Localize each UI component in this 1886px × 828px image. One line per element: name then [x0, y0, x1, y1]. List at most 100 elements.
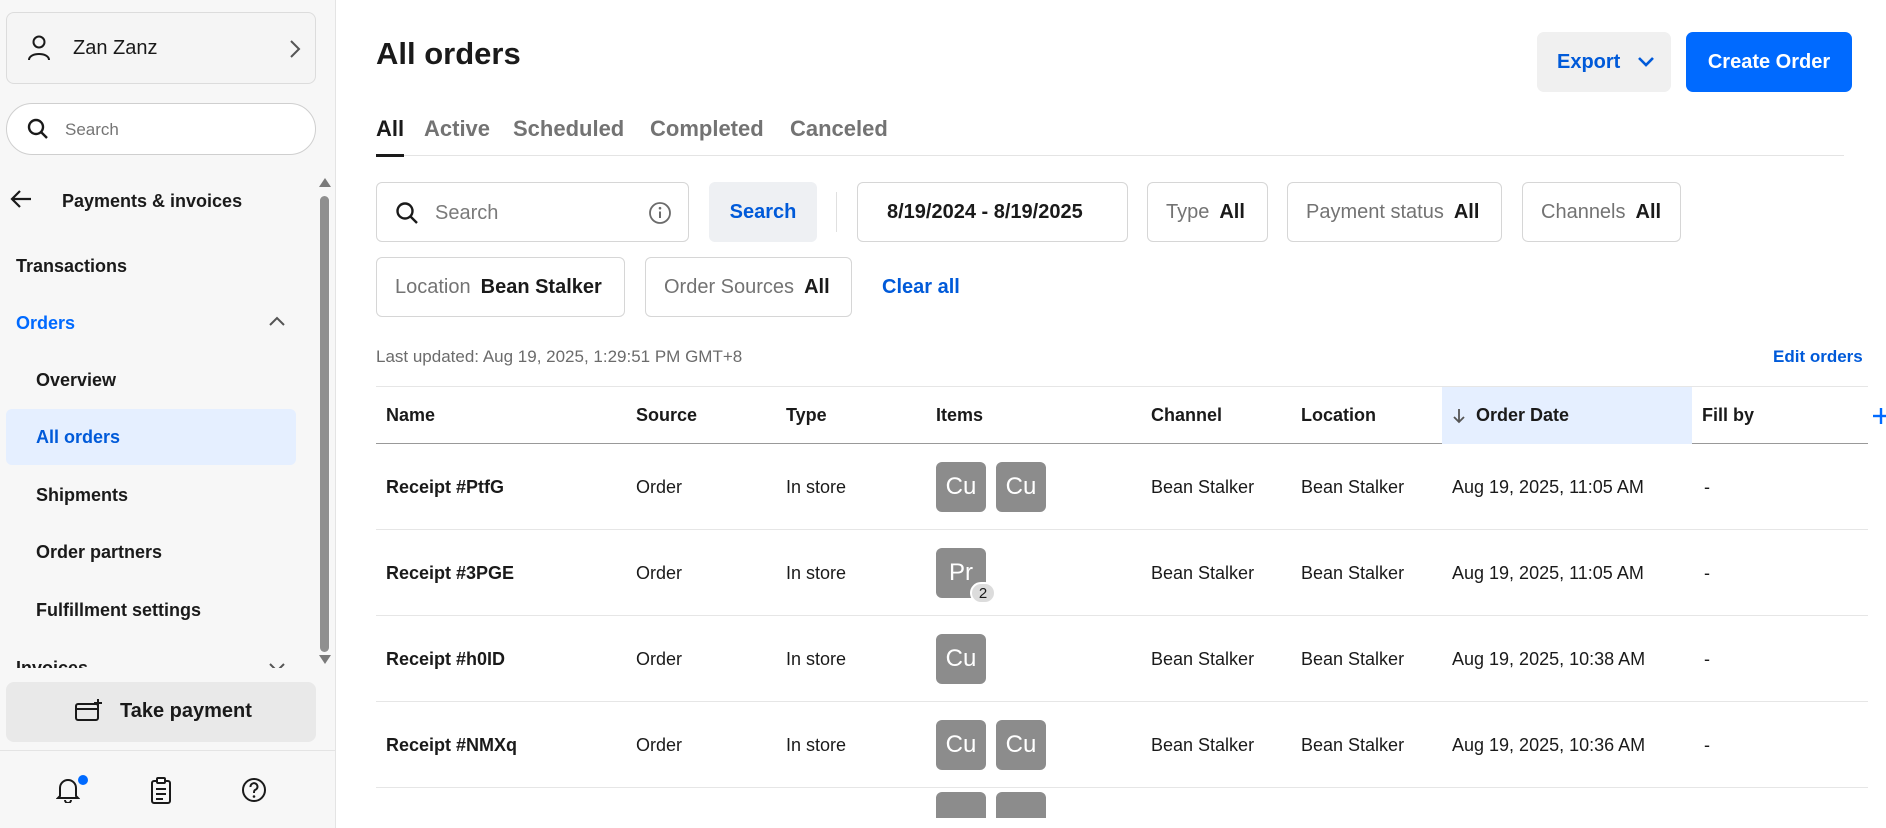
column-header-fill-by[interactable]: Fill by [1702, 387, 1754, 444]
scroll-up-arrow[interactable] [319, 178, 331, 187]
order-items: Pr 2 [936, 530, 996, 616]
sidebar-item-order-partners[interactable]: Order partners [6, 524, 296, 580]
table-row[interactable]: Receipt #PtfG Order In store Cu Cu Bean … [376, 444, 1868, 530]
order-channel: Bean Stalker [1151, 734, 1255, 755]
location-filter[interactable]: Location Bean Stalker [376, 257, 625, 317]
clipboard-icon[interactable] [150, 777, 172, 805]
notification-badge [78, 775, 88, 785]
order-fill-by: - [1704, 734, 1710, 755]
sidebar-footer [0, 750, 336, 828]
user-account-button[interactable]: Zan Zanz [6, 12, 316, 84]
order-type: In store [786, 648, 847, 669]
status-tabs: All Active Scheduled Completed Canceled [376, 112, 1844, 157]
filter-label: Location [395, 275, 471, 298]
table-row[interactable]: Receipt #h0ID Order In store Cu Bean Sta… [376, 616, 1868, 702]
sidebar-item-transactions[interactable]: Transactions [6, 238, 296, 294]
sidebar-item-label: Transactions [16, 255, 128, 276]
create-order-button[interactable]: Create Order [1686, 32, 1852, 92]
take-payment-label: Take payment [120, 700, 252, 722]
back-to-payments[interactable]: Payments & invoices [8, 185, 308, 217]
divider [836, 192, 837, 232]
order-date: Aug 19, 2025, 11:05 AM [1452, 476, 1644, 497]
order-date: Aug 19, 2025, 11:05 AM [1452, 562, 1644, 583]
order-date: Aug 19, 2025, 10:38 AM [1452, 648, 1646, 669]
date-range-filter[interactable]: 8/19/2024 - 8/19/2025 [857, 182, 1128, 242]
order-channel: Bean Stalker [1151, 476, 1255, 497]
export-label: Export [1557, 51, 1621, 73]
table-row[interactable] [376, 788, 1868, 818]
tab-scheduled[interactable]: Scheduled [513, 116, 624, 142]
item-quantity-badge: 2 [970, 582, 996, 604]
column-header-channel[interactable]: Channel [1151, 387, 1222, 444]
item-thumbnail [936, 792, 986, 818]
date-range-value: 8/19/2024 - 8/19/2025 [887, 200, 1083, 223]
chevron-down-icon [269, 663, 285, 668]
item-thumbnail [996, 792, 1046, 818]
last-updated-text: Last updated: Aug 19, 2025, 1:29:51 PM G… [376, 347, 743, 366]
type-filter[interactable]: Type All [1147, 182, 1268, 242]
order-sources-filter[interactable]: Order Sources All [645, 257, 852, 317]
tab-canceled[interactable]: Canceled [790, 116, 888, 142]
sidebar-item-label: Overview [36, 369, 117, 390]
sidebar-item-label: Fulfillment settings [36, 599, 202, 620]
sidebar-item-label: All orders [36, 426, 121, 447]
info-icon[interactable] [648, 201, 672, 225]
order-items [936, 792, 1056, 818]
sidebar-item-label: Shipments [36, 484, 129, 505]
column-header-label: Order Date [1476, 405, 1570, 425]
item-thumbnail: Cu [996, 720, 1046, 770]
order-location: Bean Stalker [1301, 562, 1405, 583]
main-content: All orders Export Create Order All Activ… [336, 0, 1886, 828]
table-row[interactable]: Receipt #3PGE Order In store Pr 2 Bean S… [376, 530, 1868, 616]
take-payment-button[interactable]: Take payment [6, 682, 316, 742]
order-fill-by: - [1704, 562, 1710, 583]
sidebar-search-input[interactable] [65, 116, 295, 144]
filter-value: Bean Stalker [480, 275, 602, 298]
sidebar-item-invoices[interactable]: Invoices [6, 640, 296, 668]
payment-status-filter[interactable]: Payment status All [1287, 182, 1502, 242]
sidebar-item-orders[interactable]: Orders [6, 295, 296, 351]
column-header-source[interactable]: Source [636, 387, 697, 444]
filter-label: Channels [1541, 200, 1626, 223]
order-source: Order [636, 476, 683, 497]
order-source: Order [636, 562, 683, 583]
channels-filter[interactable]: Channels All [1522, 182, 1681, 242]
column-header-items[interactable]: Items [936, 387, 983, 444]
tab-completed[interactable]: Completed [650, 116, 764, 142]
scrollbar-thumb[interactable] [320, 196, 329, 652]
order-fill-by: - [1704, 648, 1710, 669]
column-header-type[interactable]: Type [786, 387, 827, 444]
tab-all[interactable]: All [376, 116, 405, 157]
sidebar-item-shipments[interactable]: Shipments [6, 467, 296, 523]
column-header-location[interactable]: Location [1301, 387, 1376, 444]
table-row[interactable]: Receipt #NMXq Order In store Cu Cu Bean … [376, 702, 1868, 788]
help-icon[interactable] [241, 777, 267, 803]
table-header: Name Source Type Items Channel Location … [376, 386, 1886, 444]
bell-icon[interactable] [56, 777, 80, 803]
column-header-order-date[interactable]: Order Date [1442, 387, 1692, 444]
order-items: Cu [936, 616, 996, 702]
edit-orders-link[interactable]: Edit orders [1773, 347, 1863, 367]
orders-search-input[interactable] [435, 199, 635, 227]
page-title: All orders [376, 36, 521, 71]
sidebar-item-label: Order partners [36, 541, 163, 562]
sidebar-scrollbar[interactable] [318, 178, 332, 668]
order-channel: Bean Stalker [1151, 562, 1255, 583]
add-column-icon[interactable] [1872, 407, 1886, 425]
sidebar-item-all-orders[interactable]: All orders [6, 409, 296, 465]
clear-all-link[interactable]: Clear all [882, 276, 960, 299]
column-header-name[interactable]: Name [386, 387, 435, 444]
search-button[interactable]: Search [709, 182, 817, 242]
filter-label: Order Sources [664, 275, 795, 298]
tab-active[interactable]: Active [424, 116, 490, 142]
order-items: Cu Cu [936, 444, 1056, 530]
order-items: Cu Cu [936, 702, 1056, 788]
item-thumbnail: Cu [936, 634, 986, 684]
sidebar-item-fulfillment-settings[interactable]: Fulfillment settings [6, 582, 296, 638]
order-name: Receipt #h0ID [386, 648, 506, 669]
export-button[interactable]: Export [1537, 32, 1671, 92]
order-channel: Bean Stalker [1151, 648, 1255, 669]
scroll-down-arrow[interactable] [319, 655, 331, 664]
sidebar-item-label: Invoices [16, 658, 89, 668]
sidebar-item-overview[interactable]: Overview [6, 352, 296, 408]
